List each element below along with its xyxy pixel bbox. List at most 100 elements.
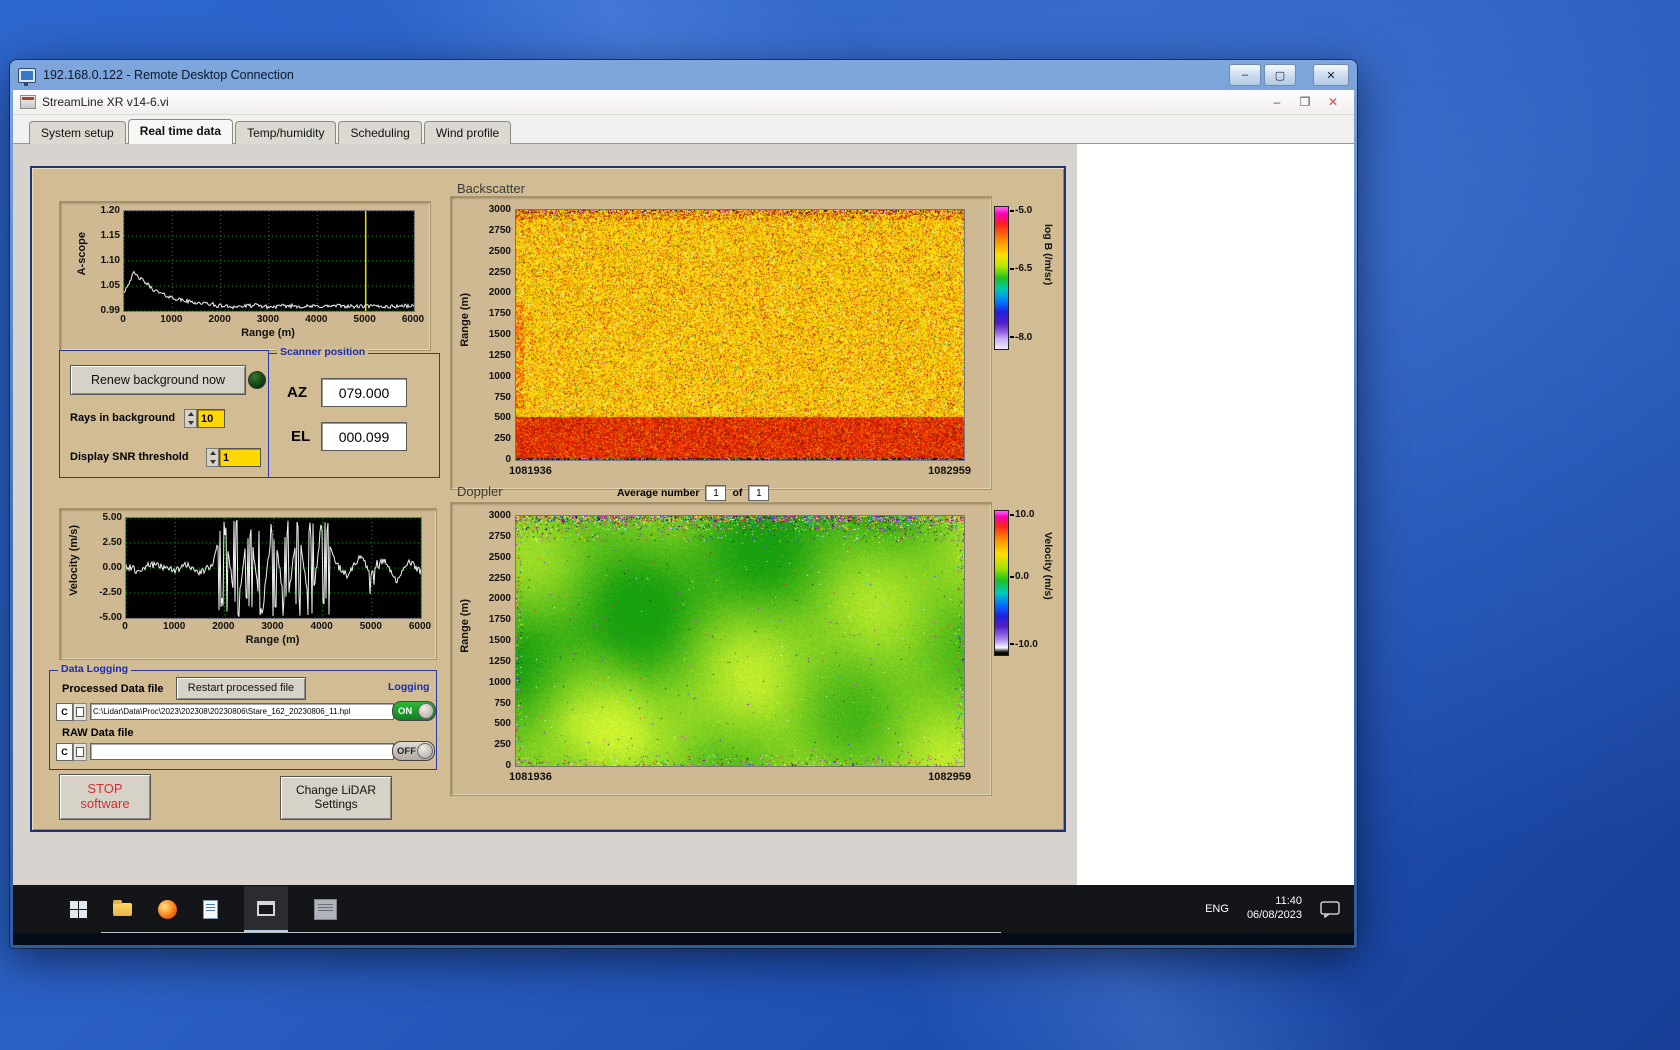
average-of-field[interactable]: 1 [748, 485, 770, 501]
velocity-x-axis-label: Range (m) [245, 634, 300, 646]
backscatter-y-ticks: 3000 2750 2500 2250 2000 1750 1500 1250 1000 750 5… [477, 204, 511, 465]
backscatter-colorbar [994, 206, 1009, 350]
processed-path-field[interactable]: C:\Lidar\Data\Proc\2023\202308\20230806\… [90, 703, 394, 720]
tab-scheduling[interactable]: Scheduling [338, 121, 422, 144]
tick-label: -2.50 [99, 587, 122, 598]
colorbar-tick-label: -8.0 [1010, 332, 1032, 343]
taskbar-edge-line [101, 932, 1001, 933]
tick-label: 6000 [408, 621, 432, 632]
doppler-y-axis-label: Range (m) [459, 599, 471, 653]
tick-label: -5.00 [99, 612, 122, 623]
average-number-label: Average number [617, 487, 700, 499]
tab-real-time-data[interactable]: Real time data [127, 119, 234, 144]
of-label: of [732, 487, 743, 499]
rdp-close-button[interactable]: ✕ [1313, 64, 1349, 86]
app-close-button[interactable]: ✕ [1319, 93, 1347, 111]
clock-date: 06/08/2023 [1246, 909, 1302, 921]
tick-label: 1000 [163, 621, 186, 632]
ascope-chart: A-scope 1.20 1.15 1.10 1.05 0.99 0 1000 2000 30… [59, 201, 431, 351]
raw-toggle-label: OFF [397, 745, 416, 757]
language-indicator[interactable]: ENG [1205, 903, 1229, 915]
tab-strip: System setup Real time data Temp/humidity S… [13, 115, 1354, 144]
raw-browse-icon[interactable] [73, 743, 87, 761]
tick-label: 1500 [488, 635, 511, 646]
doppler-x-end: 1082959 [928, 771, 971, 783]
renew-background-button[interactable]: Renew background now [70, 365, 246, 395]
average-number-field[interactable]: 1 [705, 485, 727, 501]
scan-scheduler-button[interactable] [314, 898, 337, 920]
app-window-controls: – ❐ ✕ [1263, 93, 1347, 111]
rays-spinner[interactable] [184, 409, 197, 428]
vi-front-panel: A-scope 1.20 1.15 1.10 1.05 0.99 0 1000 2000 30… [13, 144, 1354, 885]
tick-label: 1.05 [100, 280, 120, 291]
streamline-app-window: StreamLine XR v14-6.vi – ❐ ✕ System setu… [13, 90, 1354, 885]
doppler-title: Doppler [457, 484, 503, 499]
tick-label: 3000 [488, 204, 511, 215]
start-button[interactable] [70, 900, 87, 918]
desktop-background: 192.168.0.122 - Remote Desktop Connectio… [0, 0, 1680, 1050]
raw-path-field[interactable] [90, 743, 394, 760]
doppler-y-ticks: 3000 2750 2500 2250 2000 1750 1500 1250 1000 750 5… [477, 510, 511, 771]
backscatter-heatmap [516, 210, 964, 460]
tab-wind-profile[interactable]: Wind profile [423, 121, 512, 144]
processed-logging-toggle[interactable]: ON [392, 701, 436, 721]
rdp-maximize-button[interactable]: ▢ [1264, 64, 1296, 86]
snr-value-field[interactable]: 1 [219, 448, 261, 467]
tick-label: 2750 [488, 530, 511, 542]
tick-label: 2250 [488, 572, 511, 584]
stop-line2: software [80, 796, 130, 811]
tick-label: 2000 [488, 593, 511, 605]
colorbar-tick-label: 0.0 [1010, 571, 1029, 582]
tab-temp-humidity[interactable]: Temp/humidity [235, 121, 337, 144]
velocity-x-ticks: 0 1000 2000 3000 4000 5000 6000 [122, 621, 431, 633]
scan-scheduler-icon [314, 898, 337, 920]
colorbar-tick-label: -6.5 [1010, 263, 1032, 274]
rays-value-field[interactable]: 10 [197, 409, 225, 428]
el-value-field[interactable]: 000.099 [321, 422, 407, 451]
tick-label: 2250 [488, 266, 511, 278]
active-app-button[interactable] [244, 886, 288, 932]
ascope-x-axis-label: Range (m) [241, 327, 295, 339]
data-logging-box: Data Logging Processed Data file Restart… [49, 663, 437, 770]
stop-software-button[interactable]: STOP software [59, 774, 151, 820]
tick-label: 1000 [160, 314, 183, 325]
tick-label: 1250 [488, 349, 511, 361]
velocity-y-axis-label: Velocity (m/s) [68, 525, 80, 596]
change-lidar-settings-button[interactable]: Change LiDAR Settings [280, 776, 392, 820]
az-label: AZ [287, 384, 307, 401]
desktop-strip [13, 933, 1354, 945]
rdp-client-area: StreamLine XR v14-6.vi – ❐ ✕ System setu… [13, 90, 1354, 945]
tick-label: 1750 [488, 614, 511, 626]
data-logging-title: Data Logging [58, 663, 132, 675]
tab-system-setup[interactable]: System setup [29, 121, 126, 144]
document-app-button[interactable] [203, 899, 218, 919]
processed-drive-button[interactable]: C [56, 703, 73, 721]
raw-logging-toggle[interactable]: OFF [392, 741, 435, 761]
app-minimize-button[interactable]: – [1263, 93, 1291, 111]
raw-drive-button[interactable]: C [56, 743, 73, 761]
backscatter-colorbar-label: log B (/m/sr) [1042, 224, 1054, 286]
renew-status-led [248, 371, 266, 389]
restart-processed-file-button[interactable]: Restart processed file [176, 677, 306, 700]
ascope-y-ticks: 1.20 1.15 1.10 1.05 0.99 [82, 205, 120, 316]
rdp-titlebar[interactable]: 192.168.0.122 - Remote Desktop Connectio… [10, 60, 1357, 90]
firefox-button[interactable] [158, 899, 177, 919]
file-explorer-button[interactable] [113, 899, 132, 916]
snr-spinner[interactable] [206, 448, 219, 467]
az-value-field[interactable]: 079.000 [321, 378, 407, 407]
tick-label: 3000 [488, 510, 511, 521]
rdp-minimize-button[interactable]: – [1229, 64, 1261, 86]
processed-data-file-label: Processed Data file [62, 683, 164, 695]
remote-desktop-icon [18, 67, 36, 86]
app-titlebar[interactable]: StreamLine XR v14-6.vi – ❐ ✕ [13, 90, 1354, 115]
el-label: EL [291, 428, 311, 445]
clock[interactable]: 11:40 06/08/2023 [1247, 895, 1302, 923]
processed-browse-icon[interactable] [73, 703, 87, 721]
vi-icon [20, 95, 36, 109]
doppler-x-start: 1081936 [509, 771, 552, 783]
app-restore-button[interactable]: ❐ [1291, 93, 1319, 111]
scanner-position-box: Scanner position AZ 079.000 EL 000.099 [268, 346, 440, 478]
notification-icon[interactable] [1320, 900, 1340, 918]
stop-line1: STOP [87, 781, 123, 797]
velocity-trace [126, 518, 421, 618]
